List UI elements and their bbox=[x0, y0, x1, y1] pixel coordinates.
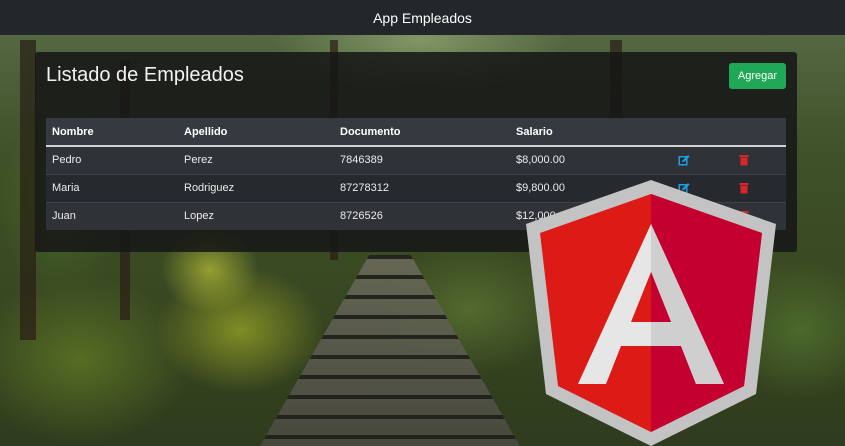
trash-icon[interactable] bbox=[738, 154, 750, 166]
cell-apellido: Lopez bbox=[178, 201, 334, 230]
edit-icon[interactable] bbox=[678, 154, 690, 166]
cell-documento: 8726526 bbox=[334, 201, 510, 230]
cell-apellido: Rodriguez bbox=[178, 173, 334, 202]
cell-nombre: Maria bbox=[46, 173, 178, 202]
cell-salario: $8,000.00 bbox=[510, 145, 672, 174]
tree-trunk bbox=[20, 40, 36, 340]
cell-documento: 87278312 bbox=[334, 173, 510, 202]
app-title[interactable]: App Empleados bbox=[373, 10, 472, 26]
header-apellido: Apellido bbox=[178, 118, 334, 147]
navbar: App Empleados bbox=[0, 0, 845, 35]
header-nombre: Nombre bbox=[46, 118, 178, 147]
delete-cell bbox=[732, 145, 786, 174]
header-documento: Documento bbox=[334, 118, 510, 147]
angular-logo bbox=[526, 180, 776, 446]
cell-apellido: Perez bbox=[178, 145, 334, 174]
header-delete bbox=[732, 118, 786, 147]
table-row: Pedro Perez 7846389 $8,000.00 bbox=[46, 145, 786, 174]
add-employee-button[interactable]: Agregar bbox=[728, 63, 786, 89]
cell-nombre: Juan bbox=[46, 201, 178, 230]
header-salario: Salario bbox=[510, 118, 672, 147]
edit-cell bbox=[672, 145, 732, 174]
panel-title: Listado de Empleados bbox=[46, 64, 244, 86]
cell-documento: 7846389 bbox=[334, 145, 510, 174]
table-header-row: Nombre Apellido Documento Salario bbox=[46, 118, 786, 147]
header-edit bbox=[672, 118, 732, 147]
cell-nombre: Pedro bbox=[46, 145, 178, 174]
